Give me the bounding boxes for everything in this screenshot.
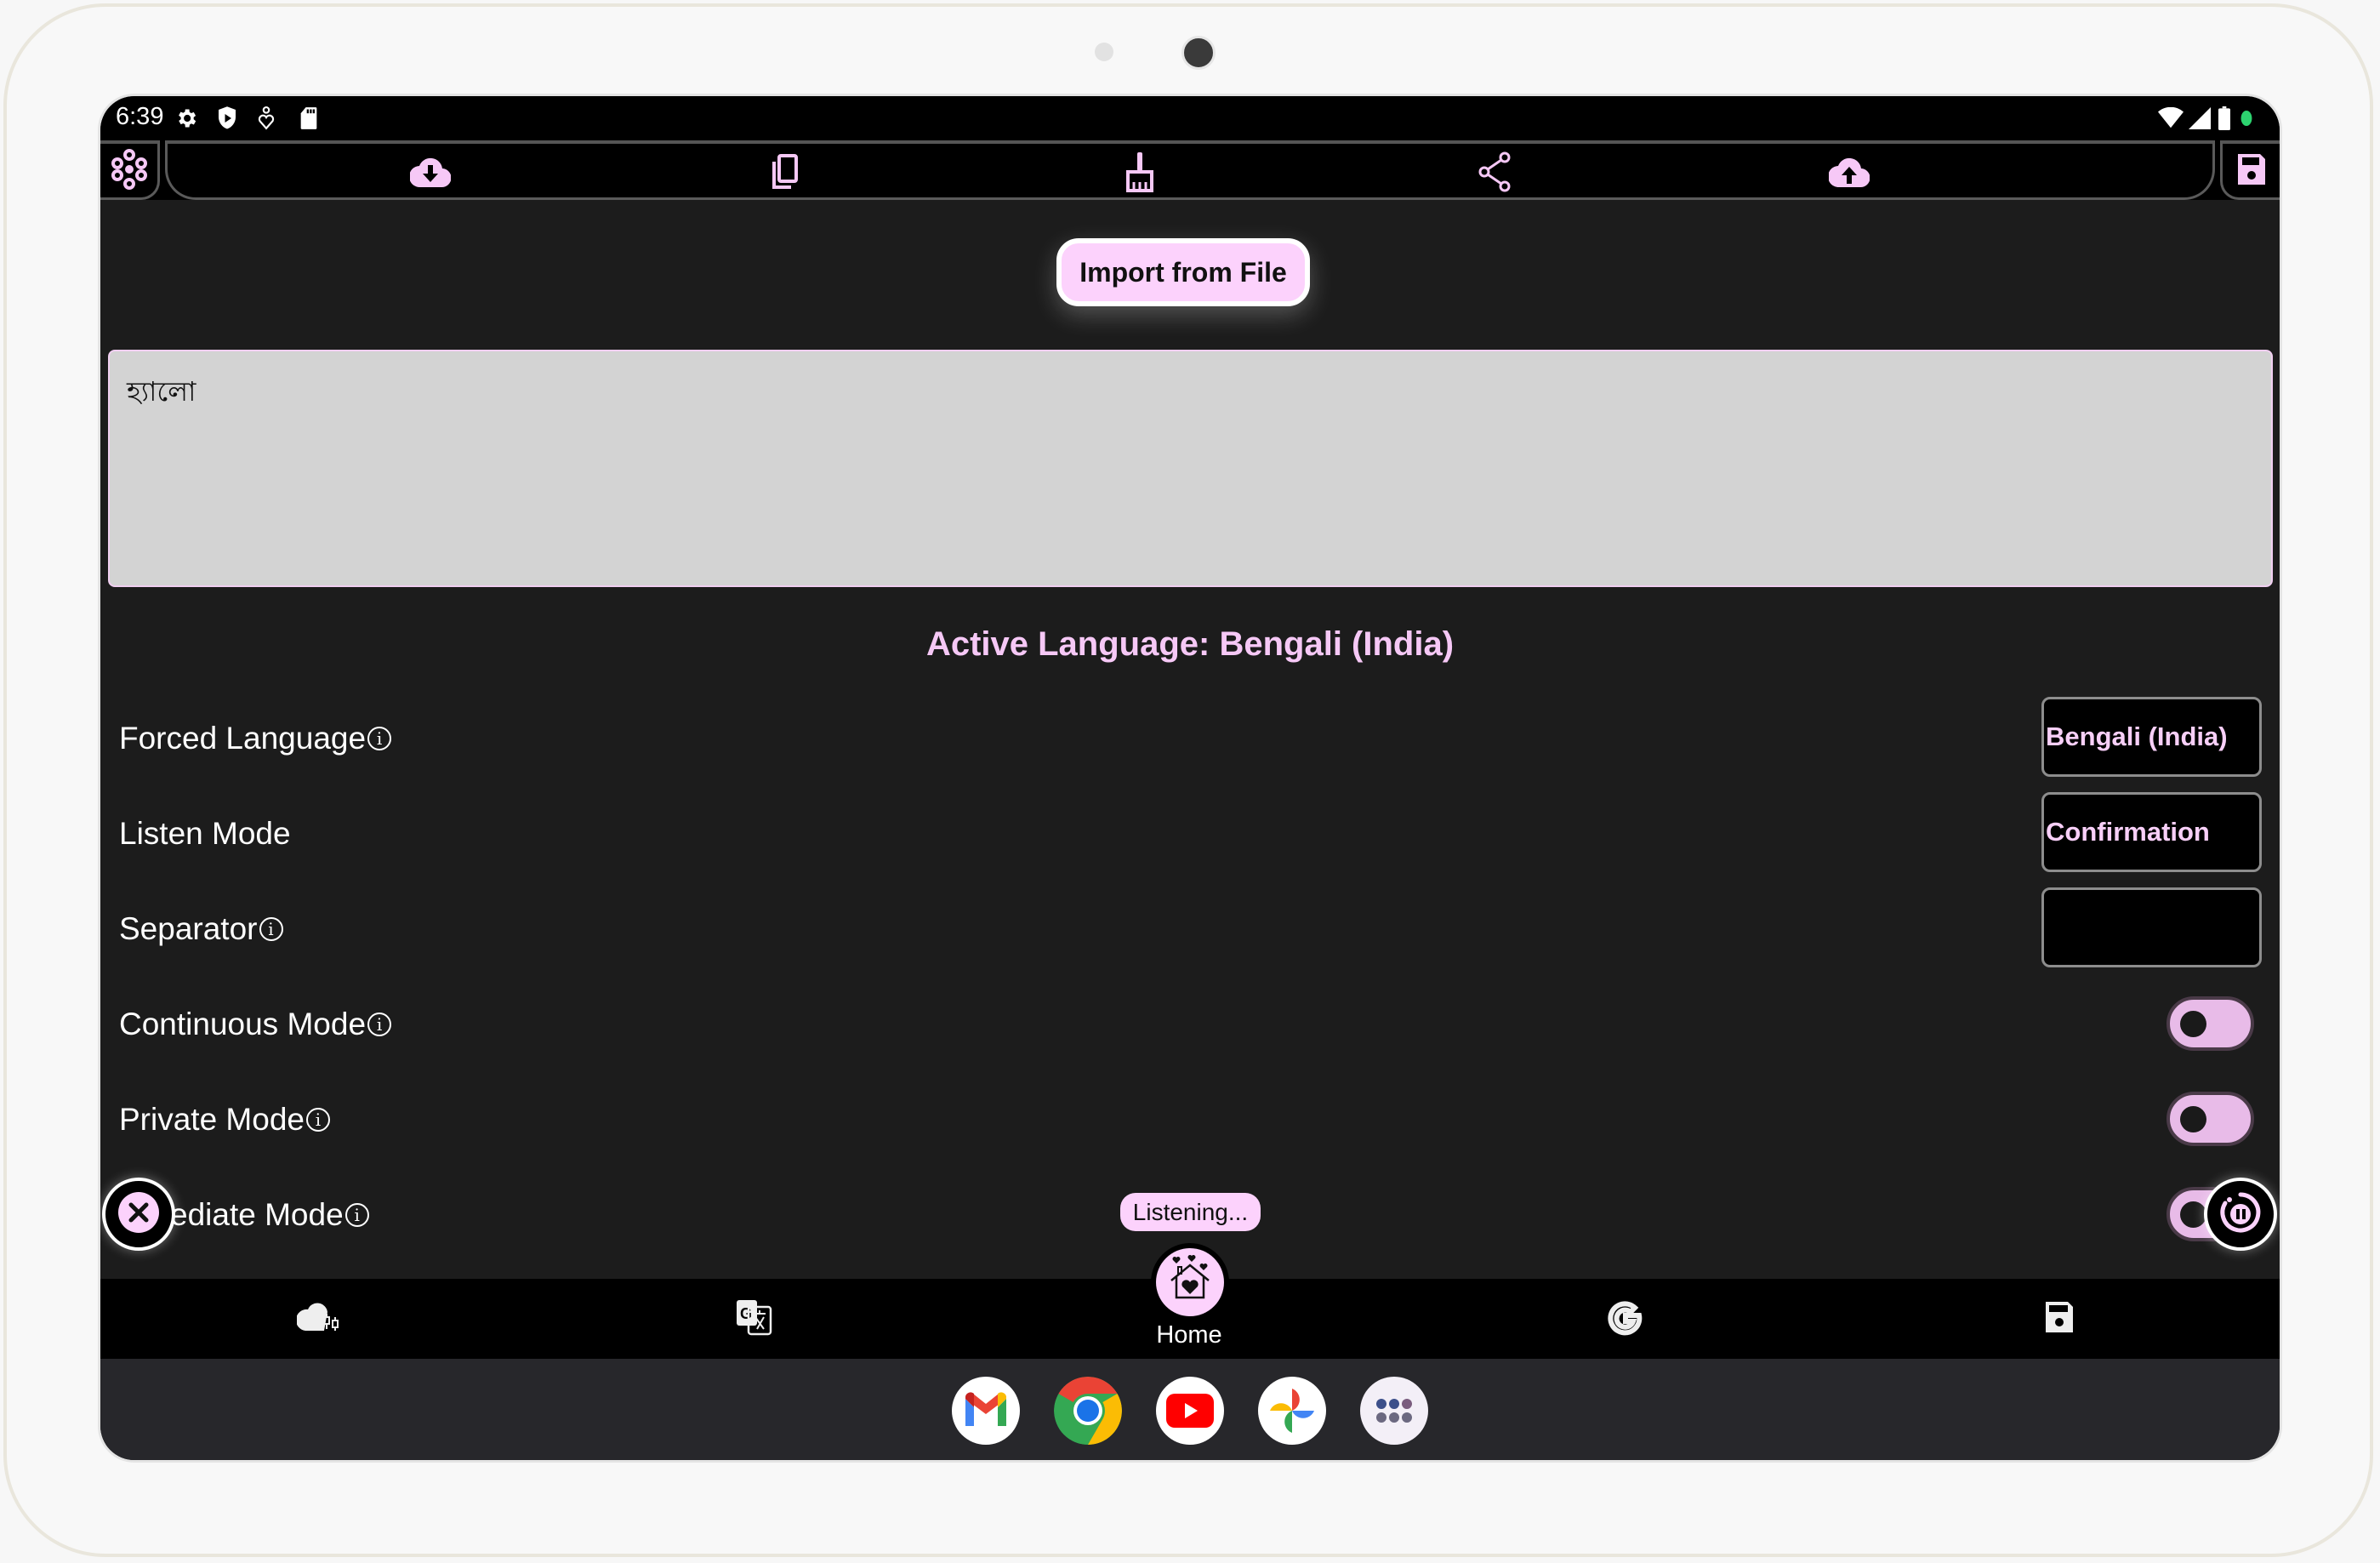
google-photos-app-icon[interactable] — [1258, 1377, 1326, 1445]
flower-menu-icon — [111, 148, 148, 193]
cloud-upload-icon — [1827, 155, 1870, 192]
front-camera — [1181, 36, 1216, 70]
separator-input[interactable] — [2041, 887, 2262, 967]
mic-active-dot-icon — [2234, 106, 2259, 131]
broom-icon — [1123, 151, 1157, 196]
status-time: 6:39 — [116, 103, 164, 130]
active-language-heading: Active Language: Bengali (India) — [925, 625, 1455, 663]
nav-home-label: Home — [1156, 1321, 1222, 1349]
info-icon[interactable]: i — [344, 1203, 369, 1227]
sd-card-icon — [296, 106, 322, 131]
google-g-icon — [1605, 1297, 1646, 1341]
home-button[interactable] — [1156, 1248, 1224, 1316]
share-icon — [1478, 151, 1512, 196]
gear-icon — [174, 106, 199, 131]
nav-google-translate[interactable]: G — [728, 1296, 779, 1342]
transcript-textarea[interactable]: হ্যালো — [108, 350, 2273, 587]
save-icon — [2043, 1300, 2075, 1338]
accessibility-heart-icon — [253, 106, 279, 131]
cloud-settings-icon — [295, 1300, 341, 1338]
private-mode-label: Private Mode i — [119, 1102, 330, 1138]
pause-listening-icon — [2218, 1190, 2263, 1238]
cloud-upload-button[interactable] — [1827, 152, 1870, 195]
status-bar: 6:39 — [100, 96, 2280, 140]
app-dock — [100, 1359, 2280, 1460]
info-icon[interactable]: i — [367, 1013, 392, 1036]
top-toolbar — [100, 140, 2280, 200]
toggle-knob — [2180, 1201, 2206, 1228]
toggle-knob — [2180, 1106, 2206, 1132]
app-drawer-icon[interactable] — [1360, 1377, 1428, 1445]
nav-cloud-settings[interactable] — [293, 1296, 344, 1342]
wifi-icon — [2158, 106, 2184, 131]
close-icon — [118, 1192, 159, 1236]
immediate-mode-label: ediate Mode i — [170, 1197, 369, 1233]
listen-mode-dropdown[interactable]: Confirmation — [2041, 792, 2262, 872]
listen-mode-label: Listen Mode — [119, 816, 291, 851]
nav-save[interactable] — [2034, 1296, 2085, 1342]
nav-google[interactable] — [1600, 1296, 1651, 1342]
toggle-knob — [2180, 1011, 2206, 1037]
share-button[interactable] — [1473, 151, 1516, 196]
nav-home[interactable] — [1151, 1243, 1229, 1321]
pause-listening-fab[interactable] — [2204, 1178, 2277, 1251]
continuous-mode-toggle[interactable] — [2166, 996, 2254, 1051]
menu-button[interactable] — [100, 140, 160, 200]
sensor-dot — [1095, 43, 1113, 61]
info-icon[interactable]: i — [306, 1108, 330, 1132]
close-fab[interactable] — [102, 1178, 175, 1251]
save-button-top[interactable] — [2220, 140, 2280, 200]
copy-icon — [767, 153, 801, 194]
info-icon[interactable]: i — [367, 727, 392, 750]
gmail-app-icon[interactable] — [952, 1377, 1020, 1445]
import-from-file-button[interactable]: Import from File — [1056, 238, 1310, 306]
screen: 6:39 Import from File হ্যালো Active Lang… — [100, 96, 2280, 1460]
listening-status-badge: Listening... — [1120, 1193, 1261, 1231]
home-hearts-icon — [1164, 1255, 1216, 1309]
play-protect-shield-icon — [214, 106, 240, 131]
google-translate-icon: G — [735, 1298, 772, 1339]
info-icon[interactable]: i — [259, 917, 283, 941]
forced-language-label: Forced Language i — [119, 721, 392, 756]
continuous-mode-label: Continuous Mode i — [119, 1007, 392, 1042]
copy-button[interactable] — [763, 152, 806, 195]
chrome-app-icon[interactable] — [1054, 1377, 1122, 1445]
clear-button[interactable] — [1119, 152, 1161, 195]
toolbar-actions — [165, 140, 2215, 200]
private-mode-toggle[interactable] — [2166, 1092, 2254, 1146]
forced-language-dropdown[interactable]: Bengali (India) — [2041, 697, 2262, 777]
separator-label: Separator i — [119, 911, 283, 947]
save-icon — [2236, 152, 2267, 190]
cloud-download-button[interactable] — [408, 152, 452, 195]
cellular-signal-icon — [2187, 106, 2212, 131]
youtube-app-icon[interactable] — [1156, 1377, 1224, 1445]
cloud-download-icon — [408, 155, 452, 192]
